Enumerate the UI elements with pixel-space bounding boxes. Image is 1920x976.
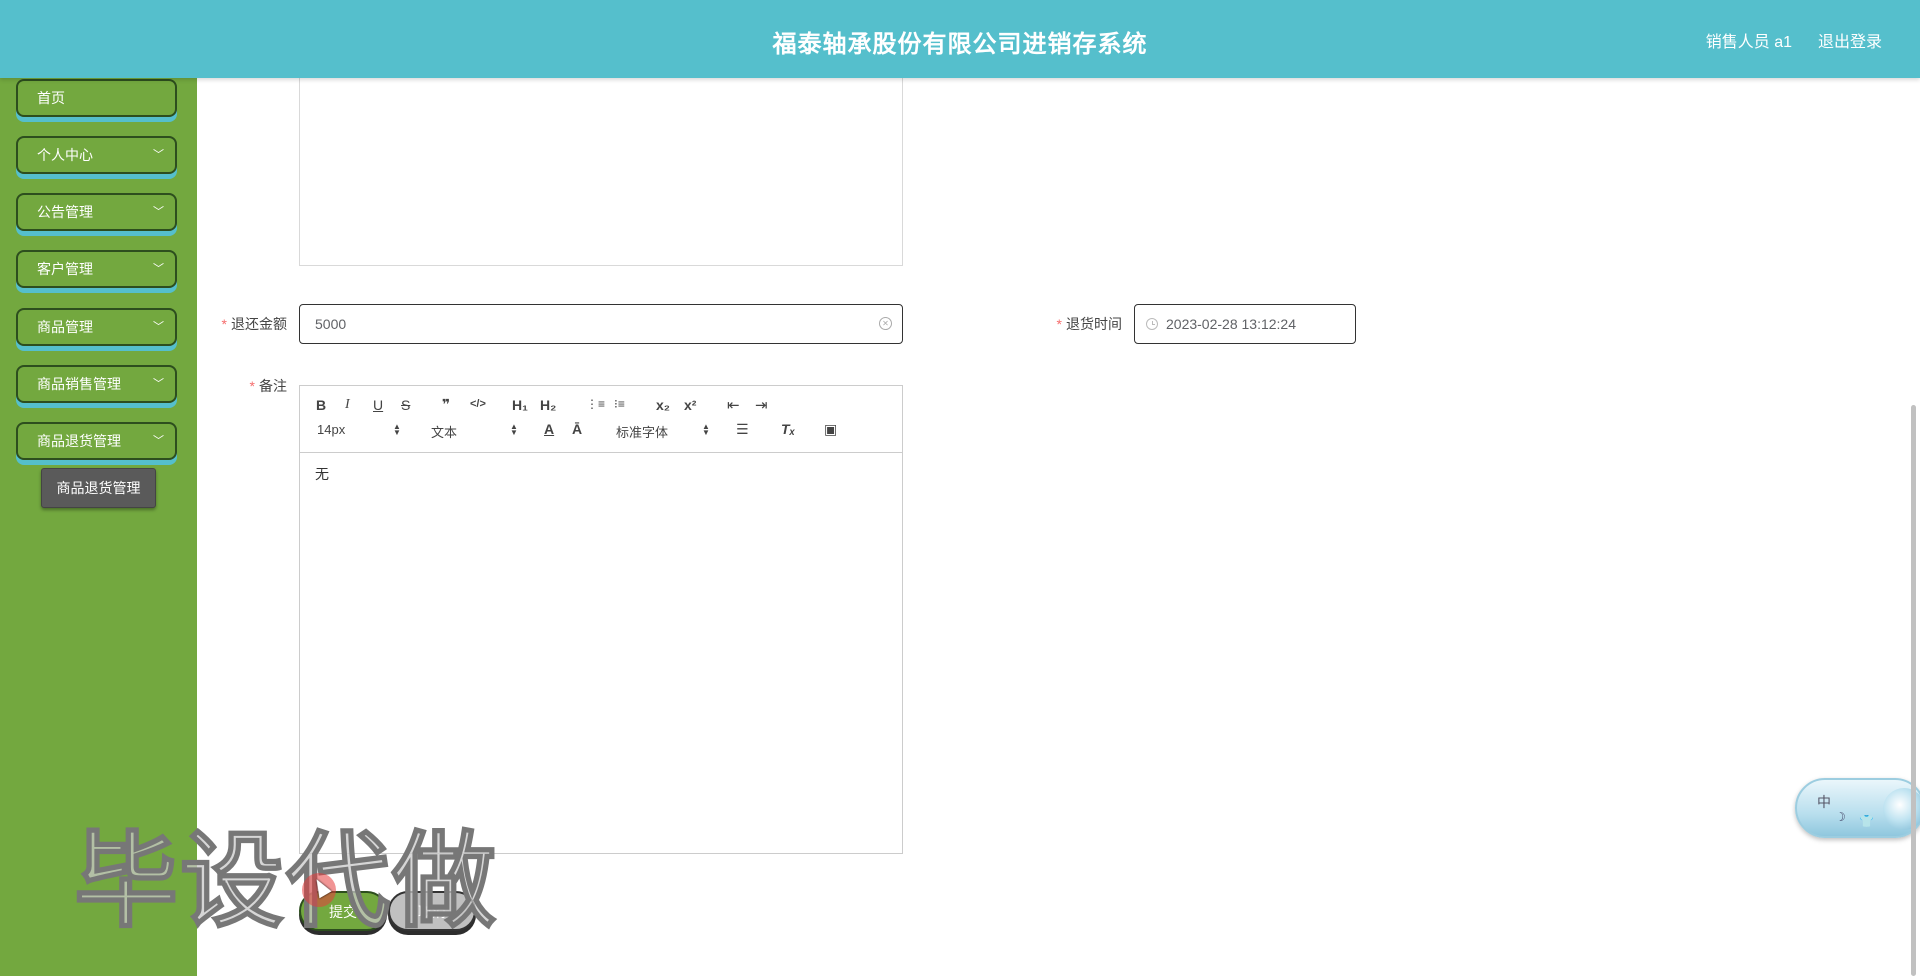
subscript-icon[interactable]: x₂ xyxy=(656,397,670,413)
header-select[interactable]: 文本 ▲ ▼ xyxy=(431,422,518,441)
ime-language-label: 中 xyxy=(1817,794,1831,810)
clear-format-icon[interactable]: Tₓ xyxy=(781,421,795,437)
outdent-icon[interactable]: ⇤ xyxy=(727,396,740,414)
chevron-down-icon: ﹀ xyxy=(153,321,164,333)
sidebar-item-label: 公告管理 xyxy=(37,204,93,220)
sidebar-item-label: 个人中心 xyxy=(37,147,93,163)
remark-label: * 备注 xyxy=(249,378,287,394)
moon-icon: ☽ xyxy=(1835,810,1846,824)
image-icon[interactable]: ▣ xyxy=(824,421,837,438)
header-2-icon[interactable]: H₂ xyxy=(540,397,556,413)
sidebar-item-personal-center[interactable]: 个人中心 ﹀ xyxy=(16,136,177,174)
return-time-label: * 退货时间 xyxy=(1056,316,1122,332)
sidebar-item-label: 首页 xyxy=(37,90,65,106)
select-arrows-icon: ▲ ▼ xyxy=(510,422,518,437)
chevron-down-icon: ﹀ xyxy=(153,378,164,390)
header-1-icon[interactable]: H₁ xyxy=(512,397,528,413)
sidebar-item-label: 商品管理 xyxy=(37,319,93,335)
sidebar-item-label: 商品销售管理 xyxy=(37,376,121,392)
sidebar-item-label: 商品退货管理 xyxy=(37,433,121,449)
clear-icon[interactable]: ✕ xyxy=(879,317,892,330)
rich-text-editor[interactable]: B I U S ❞ </> H₁ H₂ ⋮≡ ⁝≡ x₂ x² ⇤ ⇥ 14px… xyxy=(299,385,903,854)
select-arrows-icon: ▲ ▼ xyxy=(702,422,710,437)
select-arrows-icon: ▲ ▼ xyxy=(393,422,401,437)
ime-toolbar[interactable]: 中 ☽ 👕 xyxy=(1795,778,1920,838)
app-title: 福泰轴承股份有限公司进销存系统 xyxy=(772,31,1148,58)
bold-icon[interactable]: B xyxy=(316,397,326,413)
sidebar-item-customer[interactable]: 客户管理 ﹀ xyxy=(16,250,177,288)
logout-link[interactable]: 退出登录 xyxy=(1818,28,1882,52)
sidebar-item-label: 客户管理 xyxy=(37,261,93,277)
strikethrough-icon[interactable]: S xyxy=(401,397,410,413)
shirt-icon: 👕 xyxy=(1859,814,1874,828)
chevron-down-icon: ﹀ xyxy=(153,149,164,161)
ordered-list-icon[interactable]: ⋮≡ xyxy=(586,397,605,411)
clock-icon xyxy=(1146,318,1158,330)
return-time-picker[interactable]: 2023-02-28 13:12:24 xyxy=(1134,304,1356,344)
background-color-icon[interactable]: Ā xyxy=(572,421,582,437)
scrollbar[interactable] xyxy=(1911,405,1916,976)
submit-button[interactable]: 提交 xyxy=(299,891,387,931)
editor-content[interactable]: 无 xyxy=(315,464,329,484)
code-block-icon[interactable]: </> xyxy=(470,398,486,410)
textarea-field[interactable] xyxy=(299,78,903,266)
sidebar-item-product[interactable]: 商品管理 ﹀ xyxy=(16,308,177,346)
cancel-button[interactable]: 取消 xyxy=(388,891,476,931)
align-icon[interactable]: ☰ xyxy=(736,421,749,438)
chevron-down-icon: ﹀ xyxy=(153,206,164,218)
sidebar-item-returns[interactable]: 商品退货管理 ﹀ xyxy=(16,422,177,460)
font-family-select[interactable]: 标准字体 ▲ ▼ xyxy=(616,422,711,441)
blockquote-icon[interactable]: ❞ xyxy=(442,396,450,413)
top-header: 福泰轴承股份有限公司进销存系统 销售人员 a1 退出登录 xyxy=(0,0,1920,78)
chevron-down-icon: ﹀ xyxy=(153,435,164,447)
bullet-list-icon[interactable]: ⁝≡ xyxy=(614,397,625,411)
current-user: 销售人员 a1 xyxy=(1705,34,1792,51)
font-size-select[interactable]: 14px ▲ ▼ xyxy=(317,422,403,440)
submenu-item-returns[interactable]: 商品退货管理 xyxy=(41,468,156,508)
sidebar-item-announcement[interactable]: 公告管理 ﹀ xyxy=(16,193,177,231)
italic-icon[interactable]: I xyxy=(345,397,350,413)
indent-icon[interactable]: ⇥ xyxy=(755,396,768,414)
refund-amount-label: * 退还金额 xyxy=(221,316,287,332)
font-color-icon[interactable]: A xyxy=(544,421,554,437)
sidebar: 首页 个人中心 ﹀ 公告管理 ﹀ 客户管理 ﹀ 商品管理 ﹀ 商品销售管理 ﹀ … xyxy=(0,78,197,976)
refund-amount-input[interactable]: 5000 ✕ xyxy=(299,304,903,344)
superscript-icon[interactable]: x² xyxy=(684,397,696,413)
sidebar-item-home[interactable]: 首页 xyxy=(16,79,177,117)
sidebar-item-sales[interactable]: 商品销售管理 ﹀ xyxy=(16,365,177,403)
editor-toolbar: B I U S ❞ </> H₁ H₂ ⋮≡ ⁝≡ x₂ x² ⇤ ⇥ 14px… xyxy=(300,386,902,453)
underline-icon[interactable]: U xyxy=(373,397,383,413)
chevron-down-icon: ﹀ xyxy=(153,263,164,275)
